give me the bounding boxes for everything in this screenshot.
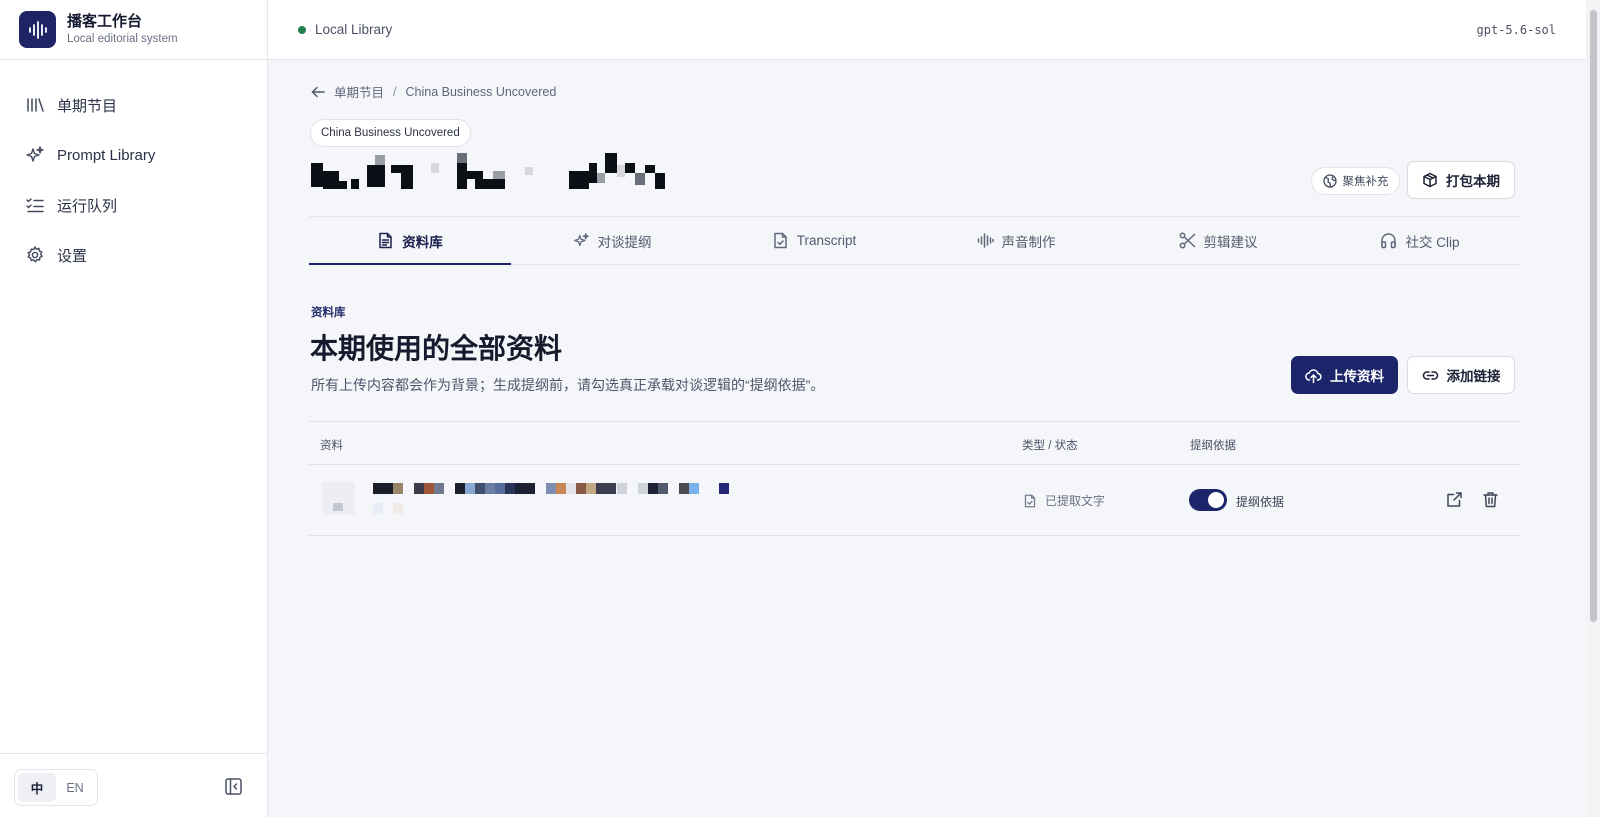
sidebar-nav: 单期节目 Prompt Library 运行队列 设置 xyxy=(0,60,267,280)
outline-basis-label: 提纲依据 xyxy=(1236,495,1285,509)
tab-label: 社交 Clip xyxy=(1405,234,1460,250)
tab-edit-suggestions[interactable]: 剪辑建议 xyxy=(1117,217,1319,264)
section-description: 所有上传内容都会作为背景；生成提纲前，请勾选真正承载对谈逻辑的“提纲依据”。 xyxy=(311,377,825,393)
sidebar-item-label: Prompt Library xyxy=(57,146,156,164)
column-header-material: 资料 xyxy=(320,440,343,452)
focus-supplement-button[interactable]: 聚焦补充 xyxy=(1311,167,1400,195)
globe-icon xyxy=(1322,174,1337,188)
breadcrumb-parent-link[interactable]: 单期节目 xyxy=(334,82,384,101)
tab-label: 对谈提纲 xyxy=(597,234,652,250)
sparkles-icon xyxy=(573,232,590,249)
file-check-icon xyxy=(1023,494,1037,508)
package-episode-label: 打包本期 xyxy=(1446,174,1500,189)
trash-icon[interactable] xyxy=(1482,491,1499,508)
sidebar-item-prompt-library[interactable]: Prompt Library xyxy=(0,130,267,180)
open-external-icon[interactable] xyxy=(1446,491,1463,508)
brand: 播客工作台 Local editorial system xyxy=(0,0,267,60)
app-logo-icon xyxy=(19,11,56,48)
breadcrumb-current: China Business Uncovered xyxy=(405,84,557,99)
column-header-type-status: 类型 / 状态 xyxy=(1022,440,1078,452)
tab-label: 声音制作 xyxy=(1001,234,1056,250)
language-switch: 中 EN xyxy=(14,769,98,806)
sidebar-item-label: 设置 xyxy=(57,247,88,265)
package-episode-button[interactable]: 打包本期 xyxy=(1407,161,1515,199)
materials-table: 资料 类型 / 状态 提纲依据 已提取文字 提纲依据 xyxy=(309,421,1521,536)
outline-basis-toggle[interactable] xyxy=(1189,489,1227,511)
sidebar-item-settings[interactable]: 设置 xyxy=(0,230,267,280)
sidebar-item-run-queue[interactable]: 运行队列 xyxy=(0,180,267,230)
section-title: 本期使用的全部资料 xyxy=(310,333,563,364)
sidebar-item-episodes[interactable]: 单期节目 xyxy=(0,80,267,130)
file-check-icon xyxy=(772,232,789,249)
package-icon xyxy=(1422,172,1438,188)
add-link-button[interactable]: 添加链接 xyxy=(1407,356,1515,394)
back-arrow-icon[interactable] xyxy=(311,85,325,99)
sidebar-item-label: 运行队列 xyxy=(57,197,118,215)
audio-wave-icon xyxy=(977,232,994,249)
sidebar-item-label: 单期节目 xyxy=(57,97,118,115)
episode-tabs: 资料库 对谈提纲 Transcript 声音制作 剪辑建议 社交 Clip xyxy=(309,216,1521,265)
breadcrumb-separator: / xyxy=(393,84,397,99)
tab-outline[interactable]: 对谈提纲 xyxy=(511,217,713,264)
library-status: Local Library xyxy=(315,22,393,37)
link-icon xyxy=(1422,367,1439,384)
episode-title-redacted-image xyxy=(311,153,665,189)
tab-label: 资料库 xyxy=(402,234,443,250)
add-link-label: 添加链接 xyxy=(1446,369,1501,384)
app-subtitle: Local editorial system xyxy=(67,33,178,45)
toggle-knob xyxy=(1208,492,1224,508)
file-text-icon xyxy=(377,232,394,249)
upload-material-label: 上传资料 xyxy=(1330,369,1384,384)
tab-social-clip[interactable]: 社交 Clip xyxy=(1319,217,1521,264)
collapse-sidebar-icon[interactable] xyxy=(224,777,243,796)
material-type-status: 已提取文字 xyxy=(1023,492,1105,509)
tab-label: Transcript xyxy=(796,233,857,248)
scrollbar-thumb[interactable] xyxy=(1590,10,1597,622)
list-checks-icon xyxy=(25,195,45,215)
scrollbar[interactable] xyxy=(1586,0,1600,817)
tab-library[interactable]: 资料库 xyxy=(309,217,511,265)
focus-supplement-label: 聚焦补充 xyxy=(1342,176,1389,188)
library-icon xyxy=(25,95,45,115)
show-badge: China Business Uncovered xyxy=(310,119,471,147)
table-header: 资料 类型 / 状态 提纲依据 xyxy=(309,421,1521,465)
material-status-text: 已提取文字 xyxy=(1045,494,1106,508)
material-thumbnail xyxy=(322,482,355,515)
lang-en-button[interactable]: EN xyxy=(56,773,94,802)
tab-audio-production[interactable]: 声音制作 xyxy=(915,217,1117,264)
sparkles-icon xyxy=(25,145,45,165)
tab-label: 剪辑建议 xyxy=(1203,234,1258,250)
sidebar-footer: 中 EN xyxy=(0,753,267,817)
table-row: 已提取文字 提纲依据 xyxy=(309,465,1521,536)
topbar: Local Library gpt-5.6-sol xyxy=(268,0,1586,60)
breadcrumb: 单期节目 / China Business Uncovered xyxy=(311,82,556,101)
upload-cloud-icon xyxy=(1305,367,1322,384)
sidebar: 播客工作台 Local editorial system 单期节目 Prompt… xyxy=(0,0,268,817)
model-name: gpt-5.6-sol xyxy=(1476,23,1556,37)
lang-zh-button[interactable]: 中 xyxy=(18,773,56,802)
tab-transcript[interactable]: Transcript xyxy=(713,217,915,264)
gear-icon xyxy=(25,245,45,265)
section-label: 资料库 xyxy=(311,307,346,319)
scissors-icon xyxy=(1179,232,1196,249)
upload-material-button[interactable]: 上传资料 xyxy=(1291,356,1398,394)
app-name: 播客工作台 xyxy=(67,13,143,30)
status-dot-icon xyxy=(298,26,306,34)
main-content: 单期节目 / China Business Uncovered China Bu… xyxy=(268,60,1586,817)
column-header-outline-basis: 提纲依据 xyxy=(1190,440,1236,452)
headphones-icon xyxy=(1380,232,1397,249)
